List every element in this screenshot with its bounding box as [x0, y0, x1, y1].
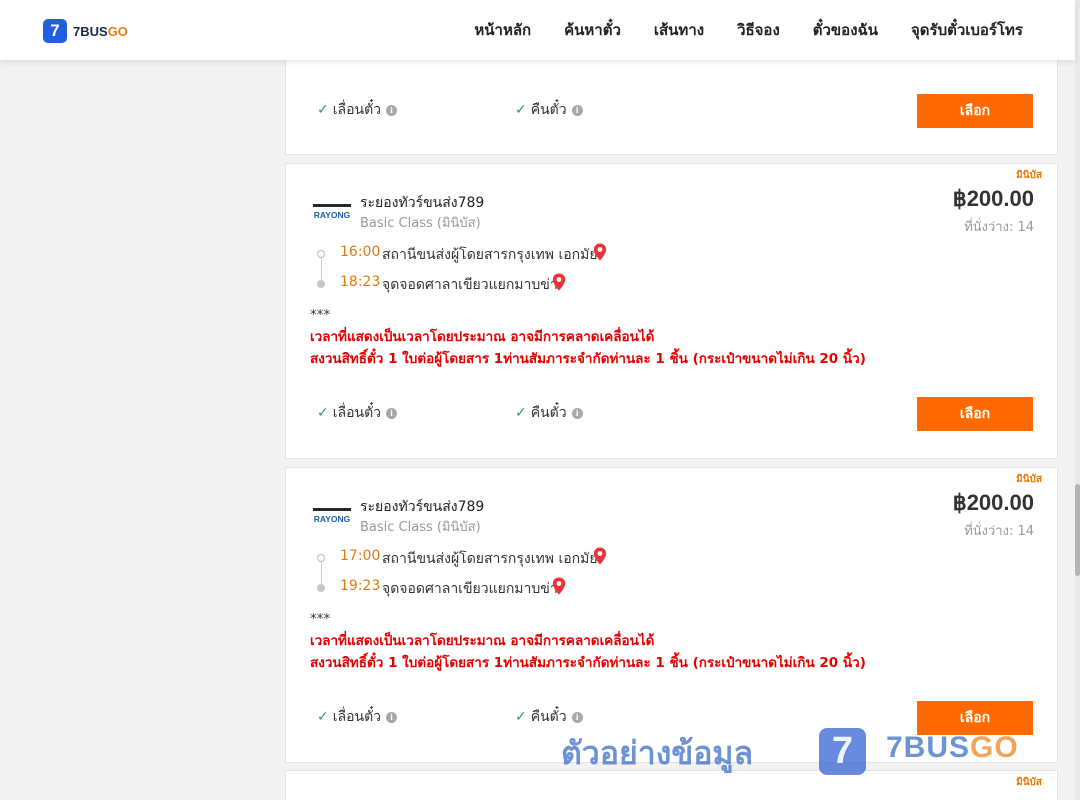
watermark-sample-text: ตัวอย่างข้อมูล	[561, 734, 754, 772]
trip-price: ฿200.00	[952, 490, 1034, 515]
logo-text-main: 7BUS	[73, 23, 108, 39]
operator-logo: RAYONG	[313, 204, 351, 220]
check-icon: ✓	[515, 102, 527, 118]
info-icon[interactable]: i	[386, 407, 398, 419]
watermark-brand: 7BUSGO	[886, 731, 1019, 765]
select-trip-button[interactable]: เลือก	[917, 701, 1033, 735]
select-trip-button[interactable]: เลือก	[917, 397, 1033, 431]
info-icon[interactable]: i	[571, 711, 583, 723]
arrive-dot	[317, 280, 325, 288]
nav-search-ticket[interactable]: ค้นหาตั๋ว	[564, 18, 621, 42]
nav-pickup-points[interactable]: จุดรับตั๋วเบอร์โทร	[911, 18, 1023, 42]
feature-change-label: เลื่อนตั๋ว	[332, 405, 382, 421]
arrive-dot	[317, 584, 325, 592]
select-trip-button[interactable]: เลือก	[917, 94, 1033, 128]
feature-change-label: เลื่อนตั๋ว	[332, 709, 382, 725]
seats-available: ที่นั่งว่าง: 14	[964, 524, 1034, 539]
operator-name: ระยองทัวร์ขนส่ง789	[360, 195, 485, 211]
nav-home[interactable]: หน้าหลัก	[474, 18, 531, 42]
feature-change-ticket: ✓ เลื่อนตั๋ว i	[317, 99, 398, 121]
feature-refund-ticket: ✓ คืนตั๋ว i	[515, 402, 583, 424]
nav-how-to-book[interactable]: วิธีจอง	[737, 18, 780, 42]
note-stars: ***	[310, 307, 331, 323]
depart-stop: สถานีขนส่งผู้โดยสารกรุงเทพ เอกมัย	[382, 551, 598, 567]
watermark-brand-accent: GO	[970, 731, 1019, 764]
trip-card: มินิบัส RAYONG ระยองทัวร์ขนส่ง789 Basic …	[285, 163, 1058, 459]
feature-refund-label: คืนตั๋ว	[530, 102, 567, 118]
check-icon: ✓	[317, 405, 329, 421]
logo-badge-icon: 7	[43, 19, 67, 43]
note-line: สงวนสิทธิ์ตั๋ว 1 ใบต่อผู้โดยสาร 1ท่านสัม…	[310, 655, 866, 671]
nav-routes[interactable]: เส้นทาง	[654, 18, 704, 42]
map-pin-icon[interactable]	[552, 577, 566, 595]
trip-notes: *** เวลาที่แสดงเป็นเวลาโดยประมาณ อาจมีกา…	[310, 608, 866, 674]
depart-stop: สถานีขนส่งผู้โดยสารกรุงเทพ เอกมัย	[382, 247, 598, 263]
depart-dot	[317, 554, 325, 562]
trip-card: มินิบัส RAYONG ระยองทัวร์ขนส่ง789 Basic …	[285, 467, 1058, 763]
seats-available: ที่นั่งว่าง: 14	[964, 220, 1034, 235]
feature-change-ticket: ✓ เลื่อนตั๋ว i	[317, 402, 398, 424]
logo-text-accent: GO	[107, 23, 128, 39]
bus-class: Basic Class (มินิบัส)	[360, 216, 481, 231]
watermark-brand-main: 7BUS	[886, 731, 971, 764]
feature-change-label: เลื่อนตั๋ว	[332, 102, 382, 118]
top-header: 7 7BUSGO หน้าหลัก ค้นหาตั๋ว เส้นทาง วิธี…	[0, 0, 1075, 60]
map-pin-icon[interactable]	[552, 273, 566, 291]
check-icon: ✓	[515, 709, 527, 725]
operator-name: ระยองทัวร์ขนส่ง789	[360, 499, 485, 515]
nav-my-tickets[interactable]: ตั๋วของฉัน	[813, 18, 878, 42]
info-icon[interactable]: i	[571, 104, 583, 116]
info-icon[interactable]: i	[386, 104, 398, 116]
operator-logo: RAYONG	[313, 508, 351, 524]
depart-time: 16:00	[340, 244, 381, 260]
map-pin-icon[interactable]	[593, 243, 607, 261]
note-line: เวลาที่แสดงเป็นเวลาโดยประมาณ อาจมีการคลา…	[310, 633, 655, 649]
logo-text: 7BUSGO	[73, 24, 128, 39]
svg-text:RAYONG: RAYONG	[314, 210, 351, 220]
trip-notes: *** เวลาที่แสดงเป็นเวลาโดยประมาณ อาจมีกา…	[310, 304, 866, 370]
feature-refund-ticket: ✓ คืนตั๋ว i	[515, 99, 583, 121]
watermark-logo-icon: 7	[819, 728, 866, 775]
note-stars: ***	[310, 611, 331, 627]
depart-dot	[317, 250, 325, 258]
scrollbar-thumb[interactable]	[1075, 484, 1080, 576]
bus-type-badge: มินิบัส	[1016, 474, 1042, 485]
info-icon[interactable]: i	[571, 407, 583, 419]
arrive-stop: จุดจอดศาลาเขียวแยกมาบข่า	[382, 277, 558, 293]
arrive-stop: จุดจอดศาลาเขียวแยกมาบข่า	[382, 581, 558, 597]
main-nav: หน้าหลัก ค้นหาตั๋ว เส้นทาง วิธีจอง ตั๋วข…	[441, 0, 1023, 60]
feature-refund-ticket: ✓ คืนตั๋ว i	[515, 706, 583, 728]
bus-type-badge: มินิบัส	[1016, 170, 1042, 181]
svg-text:RAYONG: RAYONG	[314, 514, 351, 524]
note-line: เวลาที่แสดงเป็นเวลาโดยประมาณ อาจมีการคลา…	[310, 329, 655, 345]
timeline-line	[321, 258, 322, 280]
map-pin-icon[interactable]	[593, 547, 607, 565]
site-logo[interactable]: 7 7BUSGO	[43, 19, 128, 43]
feature-change-ticket: ✓ เลื่อนตั๋ว i	[317, 706, 398, 728]
note-line: สงวนสิทธิ์ตั๋ว 1 ใบต่อผู้โดยสาร 1ท่านสัม…	[310, 351, 866, 367]
info-icon[interactable]: i	[386, 711, 398, 723]
trip-price: ฿200.00	[952, 186, 1034, 211]
page-scrollbar[interactable]	[1075, 0, 1080, 800]
check-icon: ✓	[515, 405, 527, 421]
timeline-line	[321, 562, 322, 584]
check-icon: ✓	[317, 102, 329, 118]
depart-time: 17:00	[340, 548, 381, 564]
check-icon: ✓	[317, 709, 329, 725]
feature-refund-label: คืนตั๋ว	[530, 405, 567, 421]
bus-type-badge: มินิบัส	[1016, 777, 1042, 788]
arrive-time: 19:23	[340, 578, 381, 594]
feature-refund-label: คืนตั๋ว	[530, 709, 567, 725]
bus-class: Basic Class (มินิบัส)	[360, 520, 481, 535]
arrive-time: 18:23	[340, 274, 381, 290]
